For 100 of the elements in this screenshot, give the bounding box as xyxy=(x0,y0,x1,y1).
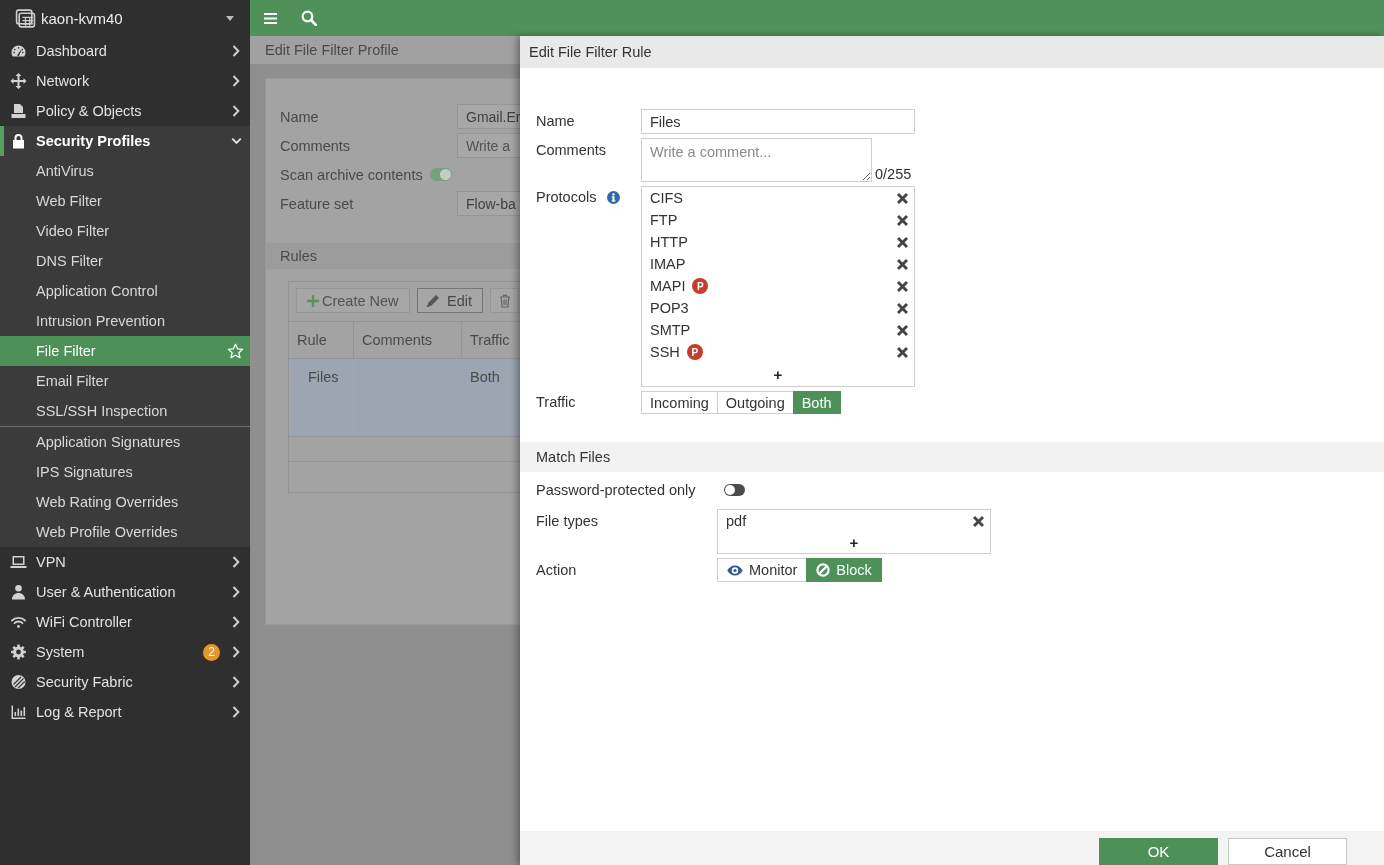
sidebar-item[interactable]: Security Fabric xyxy=(0,667,250,697)
user-icon xyxy=(10,584,27,600)
sidebar-item[interactable]: Security Profiles xyxy=(0,126,250,156)
list-entry: POP3 xyxy=(650,300,689,316)
search-icon[interactable] xyxy=(301,10,317,26)
device-name[interactable]: kaon-kvm40 xyxy=(41,9,226,27)
field-label: Comments xyxy=(280,137,352,154)
pencil-icon xyxy=(426,293,440,308)
notification-badge: 2 xyxy=(203,643,220,661)
remove-icon[interactable] xyxy=(897,258,908,270)
field-label: Traffic xyxy=(536,393,577,412)
list-entry: FTP xyxy=(650,212,678,228)
sidebar-subitem[interactable]: Application Control xyxy=(0,276,250,306)
sidebar-subitem[interactable]: Email Filter xyxy=(0,366,250,396)
chevron-right-icon[interactable] xyxy=(232,586,240,598)
field-label: Password-protected only xyxy=(536,481,697,500)
field-label: Protocols xyxy=(536,188,597,207)
text-field[interactable]: Flow-ba xyxy=(457,191,520,216)
sidebar-item[interactable]: System 2 xyxy=(0,637,250,667)
document-icon xyxy=(10,103,27,119)
sidebar-subitem[interactable]: Video Filter xyxy=(0,216,250,246)
table-cell: Files xyxy=(308,369,339,385)
toggle-option[interactable]: Both xyxy=(792,391,841,414)
sidebar-subitem[interactable]: Web Profile Overrides xyxy=(0,517,250,547)
panel-title: Edit File Filter Rule xyxy=(529,44,652,60)
field-label: Feature set xyxy=(280,195,355,212)
toggle-option[interactable]: Block xyxy=(806,558,882,582)
page-title: Edit File Filter Profile xyxy=(265,42,399,58)
sidebar-subitem[interactable]: DNS Filter xyxy=(0,246,250,276)
trash-icon xyxy=(499,293,511,308)
toggle-option[interactable]: Outgoing xyxy=(716,391,794,414)
gear-icon xyxy=(10,644,27,660)
chevron-right-icon[interactable] xyxy=(232,616,240,628)
sidebar-item[interactable]: VPN xyxy=(0,547,250,577)
edit-button[interactable]: Edit xyxy=(417,288,483,313)
remove-icon[interactable] xyxy=(897,236,908,248)
sidebar-item[interactable]: Dashboard xyxy=(0,36,250,66)
sidebar-subitem[interactable]: IPS Signatures xyxy=(0,457,250,487)
plus-icon xyxy=(307,294,319,307)
sidebar-item[interactable]: Log & Report xyxy=(0,697,250,727)
sidebar-subitem[interactable]: Web Filter xyxy=(0,186,250,216)
remove-icon[interactable] xyxy=(897,280,908,292)
list-entry: IMAP xyxy=(650,256,686,272)
sidebar-subitem[interactable]: Application Signatures xyxy=(0,427,250,457)
remove-icon[interactable] xyxy=(973,515,984,527)
chevron-right-icon[interactable] xyxy=(232,646,240,658)
gauge-icon xyxy=(10,43,27,59)
sidebar-subitem[interactable]: File Filter xyxy=(0,336,250,366)
comment-field[interactable]: Write a comment... xyxy=(641,138,872,182)
chevron-right-icon[interactable] xyxy=(232,45,240,57)
protocol-list[interactable]: CIFS FTP HTTP IMAP MAPI P POP3 SMTP SSH P + xyxy=(641,186,915,387)
chevron-right-icon[interactable] xyxy=(232,105,240,117)
toggle-switch[interactable] xyxy=(724,484,745,496)
chevron-right-icon[interactable] xyxy=(232,556,240,568)
sidebar-subitem[interactable]: Web Rating Overrides xyxy=(0,487,250,517)
star-icon[interactable] xyxy=(227,342,244,360)
add-button[interactable]: + xyxy=(771,366,785,383)
remove-icon[interactable] xyxy=(897,324,908,336)
section-title: Rules xyxy=(280,248,318,264)
list-entry: CIFS xyxy=(650,190,684,206)
caret-down-icon[interactable] xyxy=(226,15,234,21)
chevron-right-icon[interactable] xyxy=(232,676,240,688)
toggle-option[interactable]: Incoming xyxy=(641,391,718,414)
table-cell: Both xyxy=(470,369,500,385)
chevron-down-icon[interactable] xyxy=(231,137,242,145)
add-button[interactable]: + xyxy=(847,534,861,551)
file-type-list[interactable]: pdf + xyxy=(717,509,991,554)
toggle-switch[interactable] xyxy=(429,168,452,181)
ok-button[interactable]: OK xyxy=(1099,838,1218,865)
remove-icon[interactable] xyxy=(897,192,908,204)
text-field[interactable]: Gmail.Er xyxy=(457,104,520,129)
sidebar-item[interactable]: Policy & Objects xyxy=(0,96,250,126)
ban-icon xyxy=(816,563,831,577)
table-row[interactable]: Files Both xyxy=(289,358,520,436)
sidebar-item[interactable]: Network xyxy=(0,66,250,96)
remove-icon[interactable] xyxy=(897,214,908,226)
sidebar-item[interactable]: WiFi Controller xyxy=(0,607,250,637)
list-entry: MAPI xyxy=(650,278,686,294)
info-icon[interactable] xyxy=(607,190,621,204)
cancel-button[interactable]: Cancel xyxy=(1228,838,1347,865)
sidebar-subitem[interactable]: Intrusion Prevention xyxy=(0,306,250,336)
field-label: Scan archive contents xyxy=(280,166,423,183)
remove-icon[interactable] xyxy=(897,346,908,358)
character-counter: 0/255 xyxy=(875,166,912,182)
text-field[interactable]: Write a xyxy=(457,133,520,158)
wifi-icon xyxy=(10,614,27,630)
name-field[interactable]: Files xyxy=(641,109,915,134)
move-arrows-icon xyxy=(10,73,27,89)
sidebar-subitem[interactable]: AntiVirus xyxy=(0,156,250,186)
field-label: Name xyxy=(536,112,576,131)
menu-icon[interactable] xyxy=(263,11,278,25)
remove-icon[interactable] xyxy=(897,302,908,314)
toggle-option[interactable]: Monitor xyxy=(717,558,808,582)
chevron-right-icon[interactable] xyxy=(232,75,240,87)
sidebar-subitem[interactable]: SSL/SSH Inspection xyxy=(0,396,250,426)
letter-badge: P xyxy=(692,278,709,294)
list-entry: SMTP xyxy=(650,322,691,338)
column-header[interactable]: Traffic xyxy=(462,322,520,358)
chevron-right-icon[interactable] xyxy=(232,706,240,718)
sidebar-item[interactable]: User & Authentication xyxy=(0,577,250,607)
